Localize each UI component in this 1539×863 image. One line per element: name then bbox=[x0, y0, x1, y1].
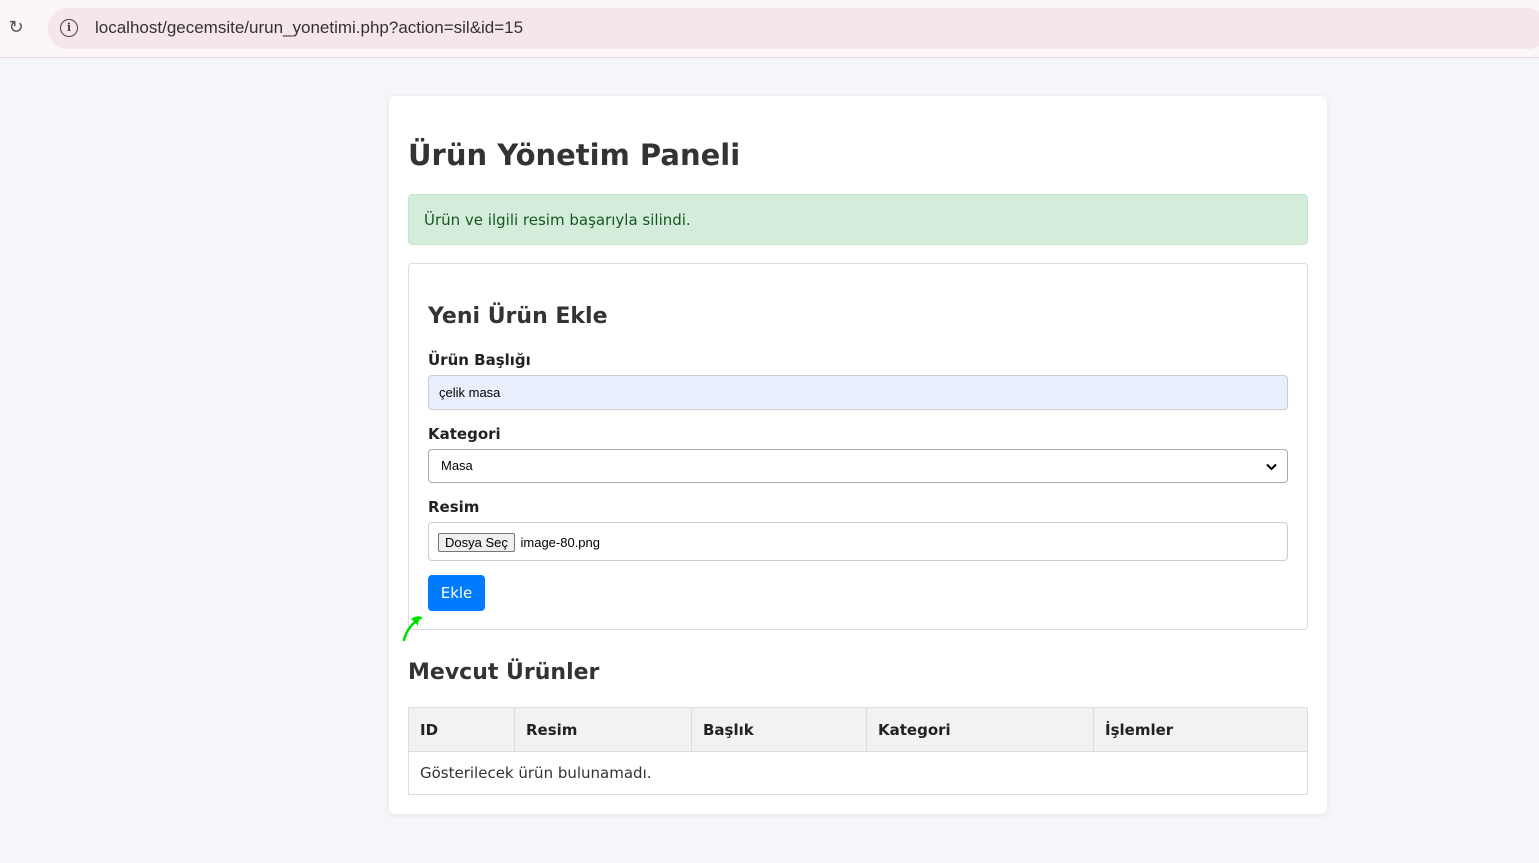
success-alert: Ürün ve ilgili resim başarıyla silindi. bbox=[408, 194, 1308, 245]
column-header-id: ID bbox=[408, 707, 515, 752]
product-title-label: Ürün Başlığı bbox=[428, 351, 531, 369]
category-select[interactable]: Masa bbox=[428, 449, 1288, 483]
address-bar[interactable]: i localhost/gecemsite/urun_yonetimi.php?… bbox=[48, 8, 1539, 49]
add-button[interactable]: Ekle bbox=[428, 575, 485, 611]
empty-table-message: Gösterilecek ürün bulunamadı. bbox=[408, 751, 1308, 795]
url-text[interactable]: localhost/gecemsite/urun_yonetimi.php?ac… bbox=[95, 18, 523, 38]
column-header-title: Başlık bbox=[691, 707, 867, 752]
cursor-arrow-icon bbox=[402, 616, 423, 642]
category-label: Kategori bbox=[428, 425, 501, 443]
form-title: Yeni Ürün Ekle bbox=[428, 304, 608, 329]
table-header-row: ID Resim Başlık Kategori İşlemler bbox=[408, 707, 1308, 752]
image-file-input[interactable]: Dosya Seç image-80.png bbox=[428, 522, 1288, 561]
product-title-input[interactable]: çelik masa bbox=[428, 375, 1288, 410]
column-header-actions: İşlemler bbox=[1093, 707, 1308, 752]
selected-file-name: image-80.png bbox=[520, 535, 601, 551]
choose-file-button[interactable]: Dosya Seç bbox=[438, 533, 515, 553]
products-table: ID Resim Başlık Kategori İşlemler Göster… bbox=[408, 707, 1308, 795]
main-card: Ürün Yönetim Paneli Ürün ve ilgili resim… bbox=[389, 96, 1327, 814]
category-selected-value: Masa bbox=[441, 458, 473, 473]
table-row: Gösterilecek ürün bulunamadı. bbox=[408, 751, 1308, 795]
column-header-image: Resim bbox=[514, 707, 692, 752]
products-section-title: Mevcut Ürünler bbox=[408, 660, 600, 685]
reload-icon[interactable]: ↻ bbox=[6, 18, 26, 38]
image-label: Resim bbox=[428, 498, 480, 516]
page-title: Ürün Yönetim Paneli bbox=[408, 138, 741, 172]
add-product-form: Yeni Ürün Ekle Ürün Başlığı çelik masa K… bbox=[408, 263, 1308, 630]
browser-toolbar: ↻ i localhost/gecemsite/urun_yonetimi.ph… bbox=[0, 0, 1539, 58]
chevron-down-icon bbox=[1266, 450, 1277, 482]
info-icon[interactable]: i bbox=[60, 19, 78, 37]
column-header-category: Kategori bbox=[866, 707, 1094, 752]
